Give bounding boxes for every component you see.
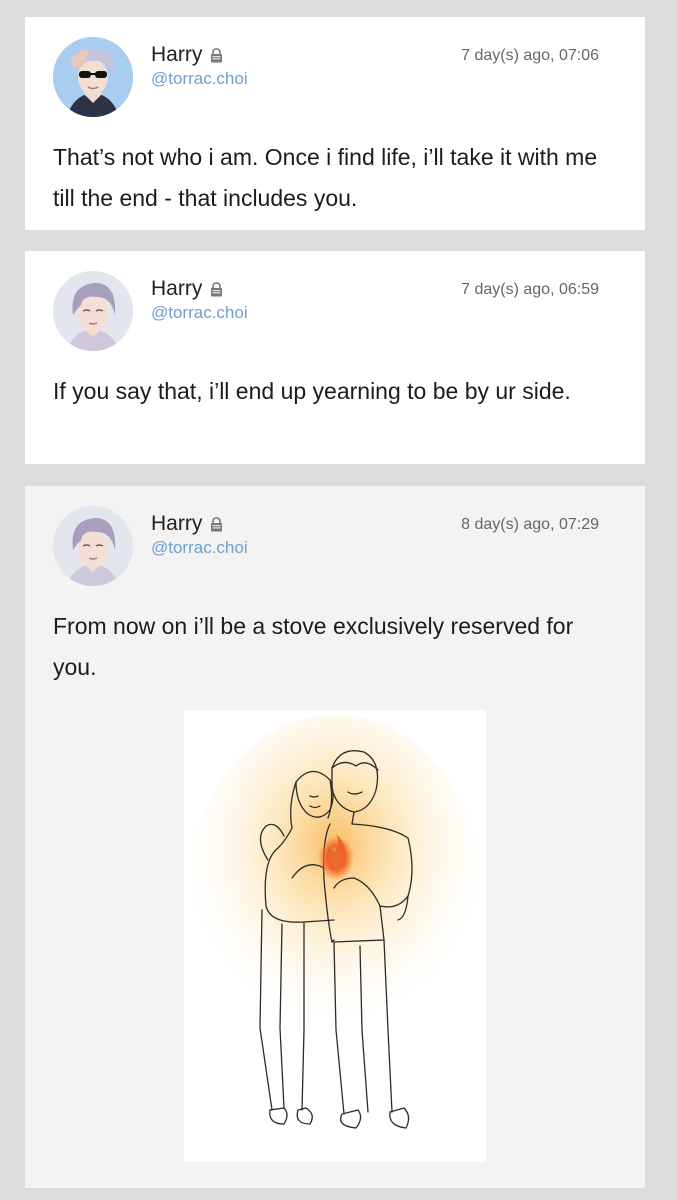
author-handle[interactable]: @torrac.choi	[151, 538, 248, 558]
embracing-couple-illustration	[184, 710, 486, 1162]
author-name[interactable]: Harry	[151, 43, 202, 67]
post-timestamp: 8 day(s) ago, 07:29	[461, 516, 599, 533]
post-text: That’s not who i am. Once i find life, i…	[53, 144, 598, 211]
lock-icon	[211, 281, 223, 296]
lock-icon	[211, 516, 223, 531]
avatar-portrait-icon	[53, 271, 133, 351]
post-timestamp: 7 day(s) ago, 06:59	[461, 281, 599, 298]
author-handle[interactable]: @torrac.choi	[151, 69, 248, 89]
author-row: Harry	[151, 512, 223, 536]
post-card[interactable]: Harry @torrac.choi 7 day(s) ago, 07:06 T…	[25, 17, 645, 230]
avatar-sunglasses-icon	[53, 37, 133, 117]
author-name[interactable]: Harry	[151, 512, 202, 536]
avatar[interactable]	[53, 271, 133, 351]
post-image[interactable]	[184, 710, 486, 1162]
avatar[interactable]	[53, 506, 133, 586]
post-text: If you say that, i’ll end up yearning to…	[53, 378, 571, 404]
post-card[interactable]: Harry @torrac.choi 7 day(s) ago, 06:59 I…	[25, 251, 645, 464]
author-row: Harry	[151, 43, 223, 67]
author-handle[interactable]: @torrac.choi	[151, 303, 248, 323]
lock-icon	[211, 47, 223, 62]
post-timestamp: 7 day(s) ago, 07:06	[461, 47, 599, 64]
avatar-portrait-icon	[53, 506, 133, 586]
post-card[interactable]: Harry @torrac.choi 8 day(s) ago, 07:29 F…	[25, 486, 645, 1188]
author-row: Harry	[151, 277, 223, 301]
avatar[interactable]	[53, 37, 133, 117]
post-text: From now on i’ll be a stove exclusively …	[53, 613, 574, 680]
author-name[interactable]: Harry	[151, 277, 202, 301]
